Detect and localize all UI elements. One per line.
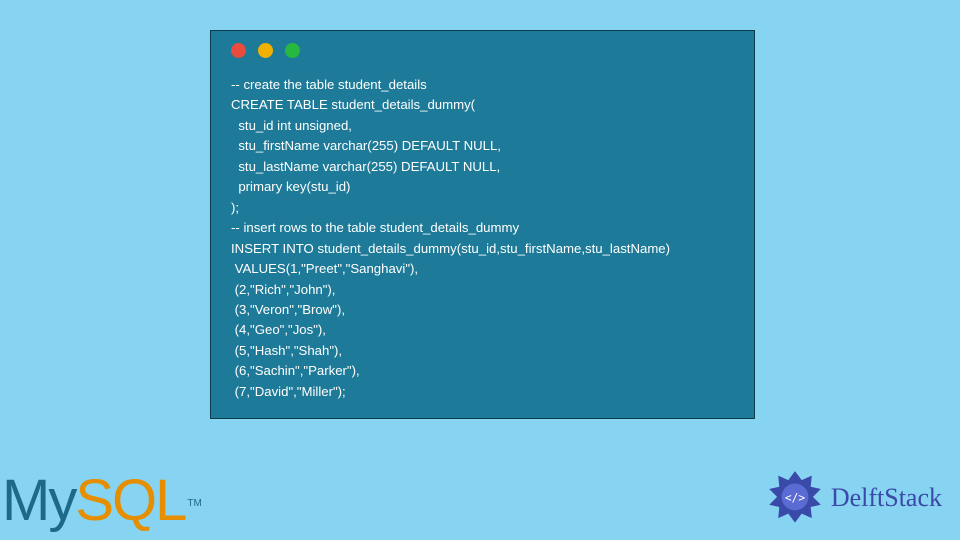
- code-window: -- create the table student_details CREA…: [210, 30, 755, 419]
- svg-text:</>: </>: [785, 491, 805, 504]
- delftstack-logo: </> DelftStack: [767, 470, 942, 526]
- delftstack-text: DelftStack: [831, 483, 942, 513]
- mysql-logo-my: My: [2, 468, 75, 533]
- minimize-dot-icon: [258, 43, 273, 58]
- window-titlebar: [211, 31, 754, 69]
- close-dot-icon: [231, 43, 246, 58]
- delftstack-badge-icon: </>: [767, 470, 823, 526]
- mysql-logo: MySQLTM: [2, 467, 202, 534]
- mysql-logo-sql: SQL: [75, 468, 185, 533]
- code-block: -- create the table student_details CREA…: [211, 69, 754, 418]
- maximize-dot-icon: [285, 43, 300, 58]
- mysql-logo-tm: TM: [187, 498, 201, 509]
